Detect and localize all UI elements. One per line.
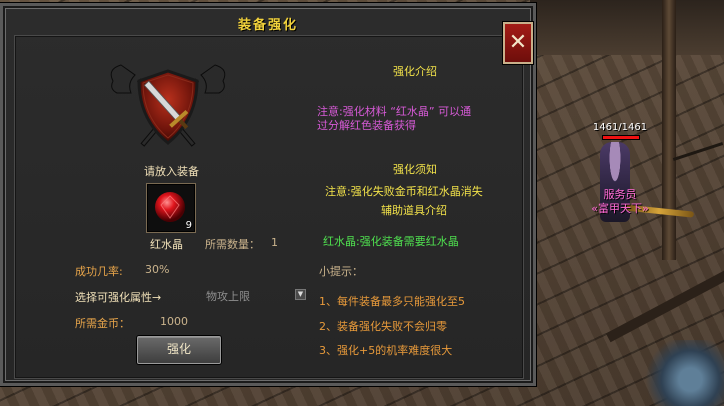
intro-note-line2: 过分解红色装备获得 [317, 119, 416, 132]
water-patch [640, 340, 724, 406]
equipment-emblem-icon [110, 64, 226, 147]
material-note: 红水晶:强化装备需要红水晶 [323, 235, 459, 248]
player-hp-text: 1461/1461 [592, 122, 648, 133]
place-equipment-hint: 请放入装备 [144, 165, 199, 178]
tip-item: 3、强化+5的机率难度很大 [319, 344, 453, 357]
player-hp-bar [602, 135, 640, 140]
player-character[interactable]: 1461/1461 服务员 «富甲天下» [590, 120, 700, 240]
equipment-strengthen-dialog: 装备强化 ✕ 请放入装备 9 红水晶 所需数量： 1 成功几率: 30% 选择可… [0, 3, 536, 386]
required-qty-value: 1 [271, 236, 278, 249]
item-name: 红水晶 [150, 238, 183, 251]
tip-item: 1、每件装备最多只能强化至5 [319, 295, 465, 308]
required-qty-label: 所需数量： [205, 238, 260, 251]
rules-line1: 注意:强化失败金币和红水晶消失 [325, 185, 483, 198]
intro-title: 强化介绍 [393, 65, 437, 78]
player-guild: «富甲天下» [591, 202, 649, 215]
rules-title: 强化须知 [393, 163, 437, 176]
attribute-select-label: 选择可强化属性→ [75, 291, 162, 304]
gold-value: 1000 [160, 315, 188, 328]
dropdown-arrow-icon[interactable]: ▼ [295, 289, 306, 300]
item-count: 9 [185, 220, 192, 231]
world-shadow [530, 0, 724, 55]
attribute-dropdown[interactable]: 物攻上限 [206, 288, 306, 303]
strengthen-button[interactable]: 强化 [137, 336, 221, 364]
dialog-title: 装备强化 [237, 18, 298, 33]
tip-item: 2、装备强化失败不会归零 [319, 320, 447, 333]
success-rate-label: 成功几率: [75, 265, 123, 278]
close-icon: ✕ [508, 30, 528, 55]
close-button[interactable]: ✕ [503, 22, 533, 64]
plank-edge [605, 267, 724, 343]
player-hp-fill [603, 136, 639, 139]
red-crystal-icon [155, 192, 185, 222]
rules-line2: 辅助道具介绍 [381, 204, 447, 217]
gold-label: 所需金币： [75, 317, 130, 330]
attribute-dropdown-value: 物攻上限 [206, 290, 250, 303]
success-rate-value: 30% [145, 263, 170, 276]
tips-title: 小提示： [319, 265, 363, 278]
material-slot[interactable]: 9 [146, 183, 196, 233]
